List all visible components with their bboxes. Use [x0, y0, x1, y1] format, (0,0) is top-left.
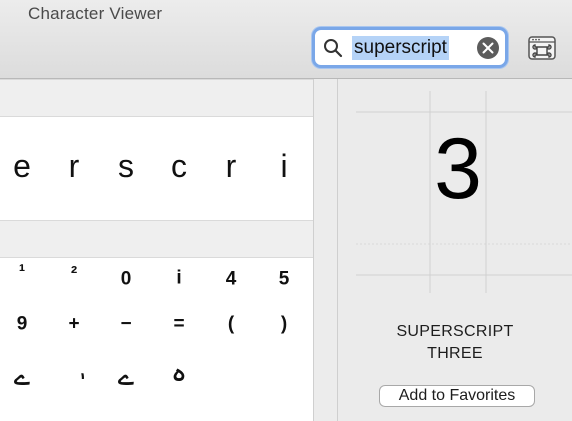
panel-splitter[interactable]	[313, 79, 338, 421]
character-detail-panel: 3 SUPERSCRIPT THREE Add to Favorites	[338, 79, 572, 421]
results-group-header	[0, 79, 313, 117]
result-char[interactable]: ¹	[19, 263, 25, 282]
result-char[interactable]: 9	[17, 315, 28, 334]
search-results-panel: e r s c r i ¹ ² 0 i 4 5 9 + − = ( ) ے ٖ …	[0, 79, 313, 421]
clear-icon	[482, 42, 494, 54]
result-char[interactable]: 0	[121, 270, 132, 289]
result-char[interactable]: s	[118, 150, 134, 182]
command-keyboard-icon[interactable]	[528, 36, 556, 60]
search-input[interactable]: superscript	[352, 36, 449, 60]
result-char[interactable]: −	[120, 315, 131, 334]
character-name: SUPERSCRIPT THREE	[338, 321, 572, 365]
result-char[interactable]: r	[69, 150, 80, 182]
result-char[interactable]: ے	[14, 362, 30, 390]
magnifying-glass-icon	[324, 39, 343, 58]
result-char[interactable]: (	[228, 315, 234, 334]
results-group-header	[0, 220, 313, 258]
result-char[interactable]: r	[226, 150, 237, 182]
result-char[interactable]: ہ	[171, 358, 187, 386]
result-char[interactable]: e	[13, 150, 31, 182]
result-char[interactable]: ²	[71, 265, 77, 284]
result-char[interactable]: 4	[226, 270, 237, 289]
search-field[interactable]: superscript	[312, 27, 508, 68]
result-char[interactable]: c	[171, 150, 187, 182]
result-char[interactable]: i	[176, 269, 181, 288]
result-char[interactable]: 5	[279, 270, 290, 289]
results-word-row: e r s c r i	[0, 116, 313, 220]
result-char[interactable]: =	[173, 315, 184, 334]
result-char[interactable]: ے	[118, 362, 134, 390]
window-title: Character Viewer	[28, 4, 163, 23]
result-char[interactable]: +	[68, 315, 79, 334]
title-bar: Character Viewer superscript	[0, 0, 572, 79]
result-char[interactable]: i	[280, 150, 287, 182]
character-name-line: SUPERSCRIPT	[396, 323, 514, 340]
clear-search-button[interactable]	[477, 37, 499, 59]
glyph-preview: 3	[434, 121, 482, 217]
add-to-favorites-button[interactable]: Add to Favorites	[379, 385, 535, 407]
result-char[interactable]: )	[281, 315, 287, 334]
character-name-line: THREE	[427, 345, 483, 362]
